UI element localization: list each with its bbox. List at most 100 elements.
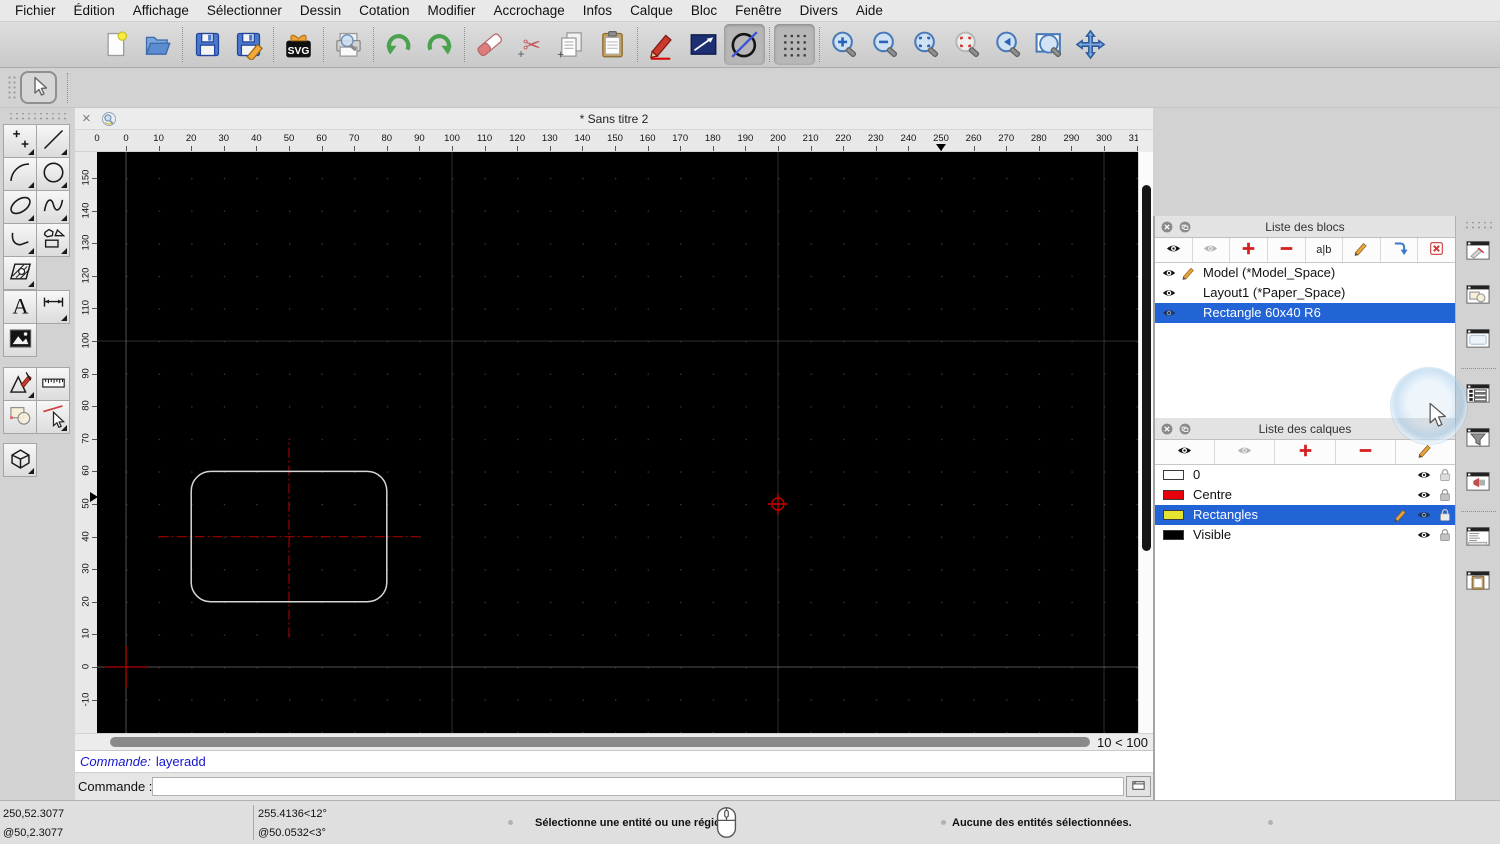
save-as-button[interactable]: [228, 24, 269, 65]
show-all-blocks-button[interactable]: [1155, 238, 1193, 262]
circle-tool-button[interactable]: [36, 157, 70, 191]
image-tool-button[interactable]: [3, 323, 37, 357]
print-preview-button[interactable]: [328, 24, 369, 65]
menu-fichier[interactable]: Fichier: [6, 0, 65, 22]
remove-layer-button[interactable]: [1336, 440, 1396, 464]
select-tool-button[interactable]: [20, 71, 57, 104]
blank-widget-button[interactable]: [1461, 324, 1496, 357]
zoom-pan-button[interactable]: [1070, 24, 1111, 65]
toolbar-drag-handle[interactable]: [7, 74, 16, 101]
menu-divers[interactable]: Divers: [791, 0, 847, 22]
open-button[interactable]: [137, 24, 178, 65]
zoom-back-button[interactable]: [988, 24, 1029, 65]
svg-export-button[interactable]: SVG: [278, 24, 319, 65]
clipboard-widget-button[interactable]: [1461, 566, 1496, 599]
eraser-button[interactable]: [469, 24, 510, 65]
rename-block-button[interactable]: a|b: [1306, 238, 1344, 262]
attributes-pencil-button[interactable]: [642, 24, 683, 65]
construction-circle-button[interactable]: [724, 24, 765, 65]
remove-block-button[interactable]: [1268, 238, 1306, 262]
hide-all-layers-button[interactable]: [1215, 440, 1276, 464]
menu-fenetre[interactable]: Fenêtre: [726, 0, 791, 22]
horizontal-scrollbar[interactable]: 10 < 100: [75, 733, 1153, 751]
pen-widget-button[interactable]: [1461, 236, 1496, 269]
polygon-tool-button[interactable]: [36, 223, 70, 257]
menu-affichage[interactable]: Affichage: [124, 0, 198, 22]
menu-dessin[interactable]: Dessin: [291, 0, 350, 22]
menu-accrochage[interactable]: Accrochage: [484, 0, 573, 22]
hatch-tool-button[interactable]: [3, 256, 37, 290]
block-edit-pencil-icon[interactable]: [1181, 265, 1197, 281]
delete-block-button[interactable]: [1418, 238, 1455, 262]
layer-lock-icon[interactable]: [1437, 487, 1453, 503]
grid-button[interactable]: [774, 24, 815, 65]
palette-drag-handle[interactable]: [6, 113, 69, 121]
layer-row-rectangles[interactable]: Rectangles: [1155, 505, 1455, 525]
command-input[interactable]: [152, 777, 1124, 796]
new-file-button[interactable]: [96, 24, 137, 65]
cube-tool-button[interactable]: [3, 443, 37, 477]
menu-modifier[interactable]: Modifier: [418, 0, 484, 22]
arc-tool-button[interactable]: [3, 157, 37, 191]
edit-layer-button[interactable]: [1396, 440, 1455, 464]
undo-button[interactable]: [378, 24, 419, 65]
layer-row-0[interactable]: 0: [1155, 465, 1455, 485]
command-widget-toggle-button[interactable]: [1126, 776, 1151, 797]
select-entity-tool-button[interactable]: [36, 400, 70, 434]
add-layer-button[interactable]: [1275, 440, 1336, 464]
redo-button[interactable]: [419, 24, 460, 65]
zoom-auto-button[interactable]: [906, 24, 947, 65]
block-visibility-eye-icon[interactable]: [1161, 285, 1177, 301]
block-row-model-model-space-[interactable]: Model (*Model_Space): [1155, 263, 1455, 283]
menu-edition[interactable]: Édition: [65, 0, 124, 22]
menu-calque[interactable]: Calque: [621, 0, 682, 22]
vertical-scrollbar[interactable]: [1138, 152, 1153, 733]
menu-infos[interactable]: Infos: [574, 0, 621, 22]
menu-bloc[interactable]: Bloc: [682, 0, 726, 22]
measure-tool-button[interactable]: [36, 367, 70, 401]
add-block-button[interactable]: [1230, 238, 1268, 262]
drawing-canvas[interactable]: [97, 152, 1138, 733]
insert-block-button[interactable]: [1381, 238, 1419, 262]
zoom-out-button[interactable]: [865, 24, 906, 65]
show-all-layers-button[interactable]: [1155, 440, 1216, 464]
points-tool-button[interactable]: [3, 124, 37, 158]
cut-button[interactable]: ✂ +: [510, 24, 551, 65]
save-button[interactable]: [187, 24, 228, 65]
line-properties-button[interactable]: [683, 24, 724, 65]
copy-button[interactable]: +: [551, 24, 592, 65]
list-widget-button[interactable]: [1461, 379, 1496, 412]
filter-widget-button[interactable]: [1461, 423, 1496, 456]
menu-aide[interactable]: Aide: [847, 0, 892, 22]
command-widget-button[interactable]: [1461, 522, 1496, 555]
spline-tool-button[interactable]: [36, 190, 70, 224]
paste-button[interactable]: [592, 24, 633, 65]
layer-visibility-eye-icon[interactable]: [1416, 507, 1432, 523]
horizontal-scrollbar-thumb[interactable]: [110, 737, 1090, 747]
text-tool-button[interactable]: A: [3, 290, 37, 324]
layer-lock-icon[interactable]: [1437, 467, 1453, 483]
vertical-scrollbar-thumb[interactable]: [1142, 185, 1151, 551]
zoom-in-button[interactable]: [824, 24, 865, 65]
layer-visibility-eye-icon[interactable]: [1416, 467, 1432, 483]
dimension-tool-button[interactable]: [36, 290, 70, 324]
edit-block-button[interactable]: [1343, 238, 1381, 262]
library-widget-button[interactable]: [1461, 280, 1496, 313]
layer-visibility-eye-icon[interactable]: [1416, 527, 1432, 543]
menu-cotation[interactable]: Cotation: [350, 0, 418, 22]
modify-tool-button[interactable]: [3, 367, 37, 401]
ellipse-tool-button[interactable]: [3, 190, 37, 224]
block-widget-button[interactable]: [1461, 467, 1496, 500]
strip-drag-handle[interactable]: [1463, 222, 1493, 230]
layer-edit-pencil-icon[interactable]: [1393, 507, 1409, 523]
layer-lock-icon[interactable]: [1437, 527, 1453, 543]
layer-lock-icon[interactable]: [1437, 507, 1453, 523]
block-row-layout1-paper-space-[interactable]: Layout1 (*Paper_Space): [1155, 283, 1455, 303]
block-visibility-eye-icon[interactable]: [1161, 265, 1177, 281]
menu-selectionner[interactable]: Sélectionner: [198, 0, 291, 22]
zoom-previous-button[interactable]: [947, 24, 988, 65]
layer-visibility-eye-icon[interactable]: [1416, 487, 1432, 503]
line-tool-button[interactable]: [36, 124, 70, 158]
hide-all-blocks-button[interactable]: [1193, 238, 1231, 262]
block-visibility-eye-icon[interactable]: [1161, 305, 1177, 321]
